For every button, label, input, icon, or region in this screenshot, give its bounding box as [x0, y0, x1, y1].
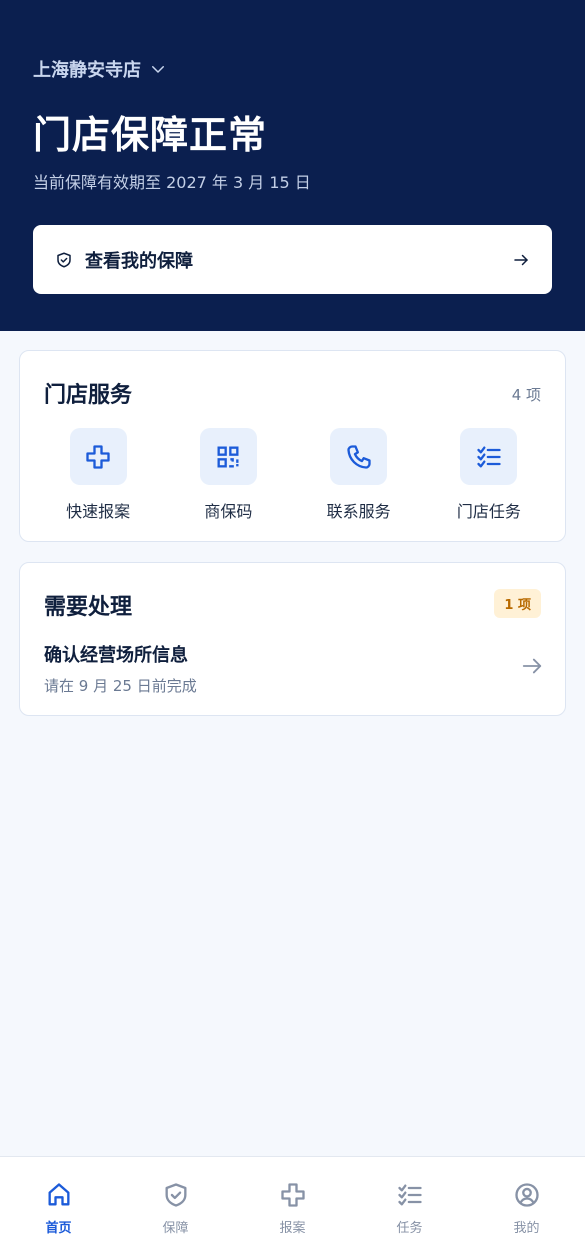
service-icon-box — [460, 428, 518, 485]
service-contact[interactable]: 联系服务 — [304, 428, 414, 522]
tab-label: 任务 — [396, 1221, 423, 1236]
service-store-tasks[interactable]: 门店任务 — [434, 428, 544, 522]
qr-code-icon — [217, 446, 239, 467]
tab-label: 我的 — [513, 1221, 540, 1236]
arrow-right-icon — [514, 254, 528, 265]
shield-check-icon — [57, 252, 71, 267]
action-required-card: 需要处理 1 项 确认经营场所信息 请在 9 月 25 日前完成 — [19, 562, 566, 716]
tab-label: 首页 — [45, 1221, 72, 1236]
todo-item-deadline: 请在 9 月 25 日前完成 — [44, 677, 197, 695]
service-icon-box — [330, 428, 388, 485]
chevron-down-icon — [152, 66, 164, 73]
status-badge: 1 项 — [494, 589, 541, 618]
store-services-title: 门店服务 — [44, 383, 133, 408]
tab-label: 报案 — [279, 1221, 306, 1236]
store-services-count: 4 项 — [511, 386, 541, 404]
phone-icon — [346, 444, 371, 469]
arrow-right-icon — [522, 658, 542, 674]
tab-tasks[interactable]: 任务 — [351, 1157, 468, 1257]
service-label: 商保码 — [204, 502, 253, 521]
service-label: 门店任务 — [456, 502, 521, 521]
bottom-tab-bar: 首页 保障 报案 任务 我的 — [0, 1156, 585, 1257]
user-circle-icon — [514, 1183, 539, 1207]
store-services-card: 门店服务 4 项 快速报案 商保码 联系服务 门店任务 — [19, 350, 566, 542]
home-icon — [48, 1183, 70, 1206]
header: 上海静安寺店 门店保障正常 当前保障有效期至 2027 年 3 月 15 日 查… — [0, 0, 585, 331]
action-required-title: 需要处理 — [44, 595, 133, 620]
plus-cross-icon — [280, 1183, 305, 1207]
validity-text: 当前保障有效期至 2027 年 3 月 15 日 — [33, 173, 311, 192]
checklist-icon — [397, 1184, 422, 1206]
status-title: 门店保障正常 — [33, 113, 268, 157]
plus-cross-icon — [86, 444, 110, 469]
service-quick-claim[interactable]: 快速报案 — [43, 428, 153, 522]
shield-check-icon — [165, 1183, 186, 1207]
todo-item-confirm-premises[interactable]: 确认经营场所信息 请在 9 月 25 日前完成 — [44, 641, 543, 695]
service-label: 快速报案 — [66, 502, 131, 521]
tab-profile[interactable]: 我的 — [468, 1157, 585, 1257]
tab-label: 保障 — [162, 1221, 189, 1236]
tab-claim[interactable]: 报案 — [234, 1157, 351, 1257]
store-selector[interactable]: 上海静安寺店 — [33, 56, 167, 82]
todo-item-title: 确认经营场所信息 — [44, 645, 188, 666]
service-qr-code[interactable]: 商保码 — [173, 428, 283, 522]
store-name: 上海静安寺店 — [33, 60, 141, 81]
tab-coverage[interactable]: 保障 — [117, 1157, 234, 1257]
view-my-coverage-button[interactable]: 查看我的保障 — [33, 225, 552, 294]
service-icon-box — [199, 428, 257, 485]
view-my-coverage-label: 查看我的保障 — [85, 250, 193, 272]
tab-home[interactable]: 首页 — [0, 1157, 117, 1257]
service-label: 联系服务 — [326, 502, 391, 521]
checklist-icon — [477, 446, 501, 467]
services-row: 快速报案 商保码 联系服务 门店任务 — [20, 428, 567, 522]
service-icon-box — [69, 428, 127, 485]
